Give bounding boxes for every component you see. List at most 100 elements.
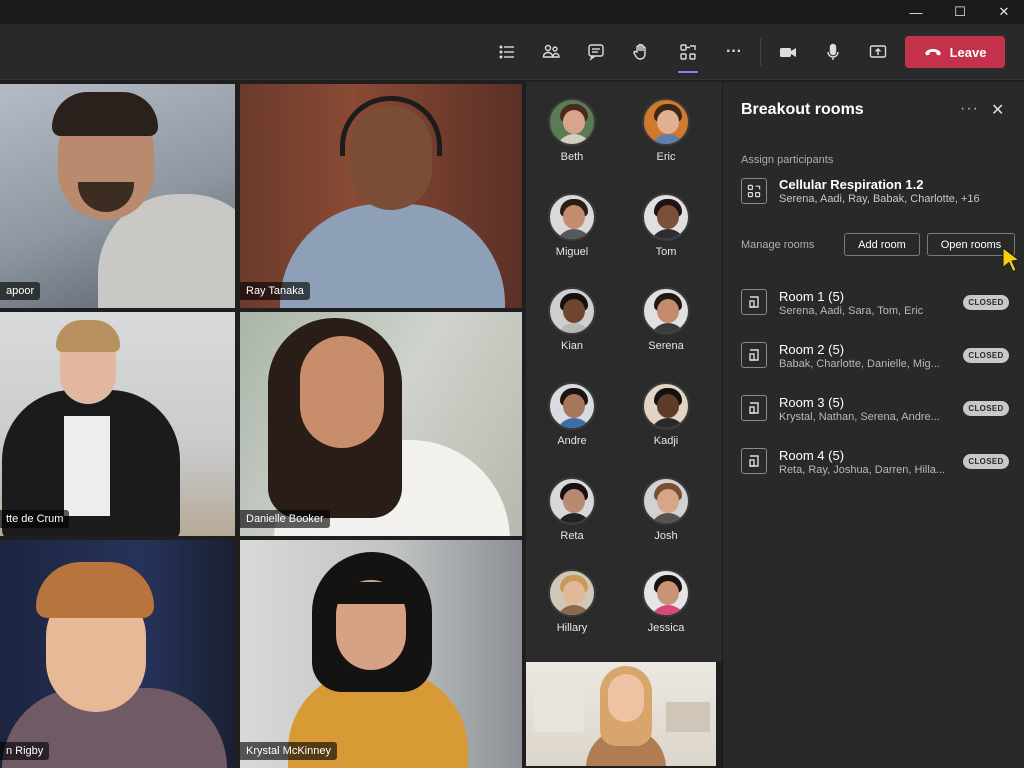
- avatar: [548, 382, 596, 430]
- participant-item[interactable]: Kadji: [626, 382, 706, 447]
- toolbar-divider: [760, 38, 761, 66]
- room-name: Room 4 (5): [779, 448, 845, 463]
- participant-name: Beth: [560, 151, 584, 163]
- raise-hand-icon[interactable]: [623, 34, 659, 70]
- room-name: Room 1 (5): [779, 289, 845, 304]
- avatar: [642, 382, 690, 430]
- status-badge: CLOSED: [963, 295, 1009, 310]
- room-door-icon: [741, 395, 767, 421]
- participant-name-label: apoor: [0, 282, 41, 300]
- participant-name: Andre: [557, 435, 587, 447]
- chat-icon[interactable]: [578, 34, 614, 70]
- status-badge: CLOSED: [963, 454, 1009, 469]
- leave-label: Leave: [949, 44, 987, 60]
- video-tile[interactable]: apoor: [0, 84, 235, 308]
- share-icon[interactable]: [860, 34, 896, 70]
- self-view-video[interactable]: [526, 662, 716, 766]
- participant-item[interactable]: Hillary: [532, 569, 612, 634]
- room-row[interactable]: Room 3 (5) Krystal, Nathan, Serena, Andr…: [723, 393, 1024, 443]
- leave-button[interactable]: Leave: [905, 36, 1005, 68]
- breakout-rooms-icon: [741, 178, 767, 204]
- participant-item[interactable]: Tom: [626, 193, 706, 258]
- room-door-icon: [741, 448, 767, 474]
- video-tile[interactable]: Krystal McKinney: [240, 540, 522, 768]
- breakout-rooms-panel: Breakout rooms ··· ✕ Assign participants…: [722, 82, 1024, 768]
- avatar: [548, 477, 596, 525]
- participant-name: Hillary: [556, 622, 588, 634]
- room-name: Room 3 (5): [779, 395, 845, 410]
- minimize-button[interactable]: —: [894, 0, 938, 24]
- manage-rooms-label: Manage rooms: [741, 239, 815, 251]
- room-door-icon: [741, 289, 767, 315]
- video-tile[interactable]: Danielle Booker: [240, 312, 522, 536]
- title-bar: — ☐ ✕: [0, 0, 1024, 24]
- mouse-cursor-icon: [1002, 247, 1021, 273]
- room-row[interactable]: Room 1 (5) Serena, Aadi, Sara, Tom, Eric…: [723, 287, 1024, 337]
- video-tile[interactable]: tte de Crum: [0, 312, 235, 536]
- meeting-toolbar: ··· Leave: [0, 24, 1024, 80]
- participant-name-label: Danielle Booker: [240, 510, 330, 528]
- participant-item[interactable]: Serena: [626, 287, 706, 352]
- avatar: [642, 98, 690, 146]
- participant-item[interactable]: Beth: [532, 98, 612, 163]
- participant-item[interactable]: Miguel: [532, 193, 612, 258]
- people-icon[interactable]: [533, 34, 569, 70]
- more-icon[interactable]: ···: [716, 34, 752, 70]
- panel-title: Breakout rooms: [741, 101, 864, 118]
- maximize-button[interactable]: ☐: [938, 0, 982, 24]
- participant-name-label: tte de Crum: [0, 510, 70, 528]
- participant-item[interactable]: Andre: [532, 382, 612, 447]
- room-members: Serena, Aadi, Sara, Tom, Eric: [779, 305, 924, 317]
- participant-name: Kadji: [653, 435, 679, 447]
- avatar: [548, 193, 596, 241]
- close-panel-icon[interactable]: ✕: [991, 100, 1004, 120]
- room-members: Reta, Ray, Joshua, Darren, Hilla...: [779, 464, 946, 476]
- participant-name: Serena: [648, 340, 684, 352]
- room-members: Babak, Charlotte, Danielle, Mig...: [779, 358, 940, 370]
- more-options-icon[interactable]: ···: [960, 100, 979, 118]
- participant-name: Kian: [560, 340, 584, 352]
- avatar: [642, 287, 690, 335]
- participant-name-label: Krystal McKinney: [240, 742, 337, 760]
- assign-session-title[interactable]: Cellular Respiration 1.2: [779, 177, 924, 192]
- phone-hangup-icon: [924, 49, 941, 56]
- breakout-rooms-icon[interactable]: [670, 34, 706, 73]
- camera-icon[interactable]: [770, 34, 806, 70]
- video-tile[interactable]: n Rigby: [0, 540, 235, 768]
- participant-name: Jessica: [647, 622, 685, 634]
- teams-meeting-window: — ☐ ✕ ··· Leave apoor Ray Tanaka tte de …: [0, 0, 1024, 768]
- room-row[interactable]: Room 2 (5) Babak, Charlotte, Danielle, M…: [723, 340, 1024, 390]
- participants-gallery: Beth Eric Miguel Tom Kian Serena Andre K…: [526, 82, 722, 662]
- avatar: [548, 98, 596, 146]
- room-name: Room 2 (5): [779, 342, 845, 357]
- status-badge: CLOSED: [963, 401, 1009, 416]
- room-door-icon: [741, 342, 767, 368]
- participant-item[interactable]: Reta: [532, 477, 612, 542]
- assign-participants-label: Assign participants: [741, 154, 834, 166]
- participant-item[interactable]: Eric: [626, 98, 706, 163]
- room-row[interactable]: Room 4 (5) Reta, Ray, Joshua, Darren, Hi…: [723, 446, 1024, 496]
- participant-item[interactable]: Jessica: [626, 569, 706, 634]
- close-window-button[interactable]: ✕: [982, 0, 1024, 24]
- participant-name: Reta: [560, 530, 584, 542]
- participant-item[interactable]: Kian: [532, 287, 612, 352]
- participant-name-label: n Rigby: [0, 742, 50, 760]
- mic-icon[interactable]: [815, 34, 851, 70]
- participant-name: Eric: [656, 151, 676, 163]
- participant-item[interactable]: Josh: [626, 477, 706, 542]
- avatar: [548, 287, 596, 335]
- video-tile[interactable]: Ray Tanaka: [240, 84, 522, 308]
- list-icon[interactable]: [489, 34, 525, 70]
- avatar: [548, 569, 596, 617]
- participant-name: Tom: [655, 246, 677, 258]
- status-badge: CLOSED: [963, 348, 1009, 363]
- participant-name-label: Ray Tanaka: [240, 282, 310, 300]
- add-room-button[interactable]: Add room: [844, 233, 920, 256]
- avatar: [642, 569, 690, 617]
- avatar: [642, 193, 690, 241]
- room-members: Krystal, Nathan, Serena, Andre...: [779, 411, 940, 423]
- assign-session-members: Serena, Aadi, Ray, Babak, Charlotte, +16: [779, 193, 980, 205]
- avatar: [642, 477, 690, 525]
- participant-name: Josh: [654, 530, 678, 542]
- participant-name: Miguel: [555, 246, 589, 258]
